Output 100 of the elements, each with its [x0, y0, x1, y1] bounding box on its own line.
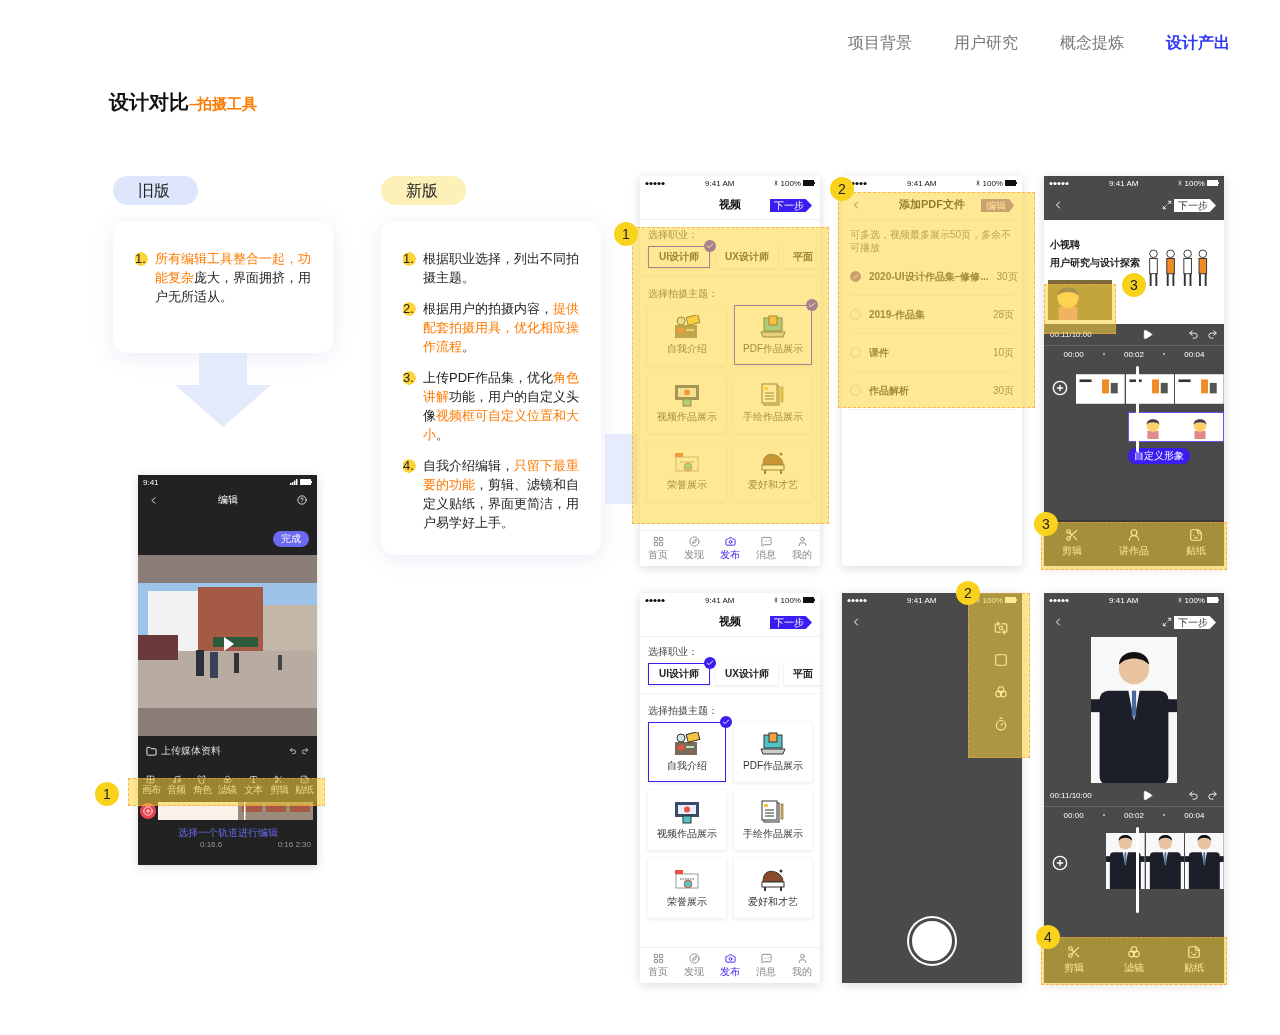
time-display: 00:11/10:00: [1050, 791, 1093, 800]
status-time: 9:41: [143, 477, 159, 487]
piano-icon: [759, 450, 787, 475]
theme-card[interactable]: 荣誉展示: [648, 441, 726, 501]
folder-icon[interactable]: [146, 745, 157, 757]
tab-item[interactable]: 我的: [792, 952, 812, 979]
tab-item[interactable]: 发现: [684, 535, 704, 562]
undo-icon[interactable]: [289, 747, 297, 755]
tool-button[interactable]: 文本: [244, 775, 263, 795]
theme-card[interactable]: 视频作品展示: [648, 790, 726, 850]
nav-link[interactable]: 用户研究: [954, 32, 1018, 54]
resize-icon[interactable]: [1162, 617, 1172, 627]
scissors-icon: [1067, 945, 1081, 959]
theme-card[interactable]: 爱好和才艺: [734, 858, 812, 918]
section-label: 选择拍摄主题：: [647, 704, 719, 718]
theme-card[interactable]: 手绘作品展示: [734, 790, 812, 850]
time-tick: 00:00: [1063, 810, 1084, 820]
job-chip[interactable]: 平面: [784, 663, 820, 685]
tab-item[interactable]: 消息: [756, 952, 776, 979]
undo-icon[interactable]: [1188, 790, 1199, 801]
signal-icon: [290, 479, 298, 485]
slide-title: 小视聘: [1050, 238, 1081, 252]
tool-button[interactable]: 贴纸: [1184, 945, 1204, 975]
tab-item[interactable]: 发布: [720, 952, 740, 979]
tool-button[interactable]: 音频: [167, 775, 186, 795]
theme-card[interactable]: 自我介绍: [648, 305, 726, 365]
bluetooth-icon: [1176, 180, 1183, 186]
tab-item[interactable]: 首页: [648, 952, 668, 979]
tool-button[interactable]: 剪辑: [269, 775, 288, 795]
tab-item[interactable]: 我的: [792, 535, 812, 562]
theme-card[interactable]: 手绘作品展示: [734, 373, 812, 433]
nav-link[interactable]: 设计产出: [1166, 32, 1230, 54]
help-icon[interactable]: [297, 495, 307, 505]
point-text: 根据用户的拍摄内容，提供配套拍摄用具，优化相应操作流程。: [423, 300, 579, 356]
undo-icon[interactable]: [1188, 329, 1199, 340]
user-icon: [796, 535, 808, 547]
scissors-icon: [274, 775, 284, 784]
film-icon: [673, 382, 701, 407]
add-icon[interactable]: [1052, 380, 1068, 396]
status-time: 9:41 AM: [705, 595, 735, 605]
tool-button[interactable]: 滤镜: [218, 775, 237, 795]
tool-button[interactable]: 贴纸: [295, 775, 314, 795]
play-button[interactable]: [1141, 329, 1153, 340]
tool-button[interactable]: 角色: [192, 775, 211, 795]
point-text: 自我介绍编辑，只留下最重要的功能，剪辑、滤镜和自定义贴纸，界面更简洁，用户易学好上手。: [423, 457, 579, 532]
play-button[interactable]: [1141, 790, 1153, 801]
theme-card[interactable]: 视频作品展示: [648, 373, 726, 433]
tool-button[interactable]: 画布: [141, 775, 160, 795]
page-count: 30页: [992, 383, 1014, 398]
theme-card[interactable]: 自我介绍: [648, 722, 726, 782]
add-icon[interactable]: [1052, 855, 1068, 871]
camera-icon: [724, 952, 736, 964]
bluetooth-icon: [1176, 597, 1183, 603]
theme-card[interactable]: PDF作品展示: [734, 305, 812, 365]
redo-icon[interactable]: [1207, 329, 1218, 340]
document-icon: [759, 382, 787, 407]
resize-icon[interactable]: [1162, 200, 1172, 210]
nav-link[interactable]: 概念提炼: [1060, 32, 1124, 54]
certificate-icon: [673, 450, 701, 475]
time-label: 0:16.6: [200, 840, 223, 849]
radio-button[interactable]: [850, 271, 861, 282]
job-chip[interactable]: 平面: [784, 246, 820, 268]
camera-switch-icon[interactable]: [994, 621, 1008, 635]
point-text: 所有编辑工具整合一起，功能复杂庞大，界面拥挤，用户无所适从。: [155, 250, 311, 306]
nav-link[interactable]: 项目背景: [848, 32, 912, 54]
add-button[interactable]: [140, 803, 156, 819]
tab-item[interactable]: 发布: [720, 535, 740, 562]
next-button[interactable]: 下一步: [770, 199, 812, 212]
tab-item[interactable]: 消息: [756, 535, 776, 562]
section-label: 选择职业：: [647, 228, 699, 242]
status-time: 9:41 AM: [1109, 178, 1139, 188]
job-chip[interactable]: UI设计师: [648, 246, 710, 268]
bluetooth-icon: [974, 180, 981, 186]
upload-label: 上传媒体资料: [161, 744, 222, 758]
tool-button[interactable]: 滤镜: [1124, 945, 1144, 975]
tab-item[interactable]: 首页: [648, 535, 668, 562]
tab-item[interactable]: 发现: [684, 952, 704, 979]
next-button[interactable]: 下一步: [1174, 616, 1216, 629]
next-button[interactable]: 下一步: [1174, 199, 1216, 212]
theme-card[interactable]: 荣誉展示: [648, 858, 726, 918]
redo-icon[interactable]: [301, 747, 309, 755]
tool-button[interactable]: 讲作品: [1119, 528, 1149, 558]
done-button[interactable]: 完成: [273, 531, 309, 547]
next-button[interactable]: 下一步: [770, 616, 812, 629]
theme-card[interactable]: 爱好和才艺: [734, 441, 812, 501]
page-count: 28页: [992, 307, 1014, 322]
tool-button[interactable]: 贴纸: [1185, 528, 1206, 558]
tool-button[interactable]: 剪辑: [1062, 528, 1083, 558]
time-tick: 00:04: [1184, 810, 1205, 820]
job-chip[interactable]: UI设计师: [648, 663, 710, 685]
shutter-button[interactable]: [909, 918, 955, 964]
check-badge: [704, 657, 716, 669]
edit-button[interactable]: 编辑: [981, 199, 1014, 212]
user-icon: [796, 952, 808, 964]
job-chip[interactable]: UX设计师: [716, 663, 778, 685]
job-chip[interactable]: UX设计师: [716, 246, 778, 268]
theme-card[interactable]: PDF作品展示: [734, 722, 812, 782]
version-tag: 旧版: [113, 176, 198, 205]
tool-button[interactable]: 剪辑: [1064, 945, 1084, 975]
redo-icon[interactable]: [1207, 790, 1218, 801]
